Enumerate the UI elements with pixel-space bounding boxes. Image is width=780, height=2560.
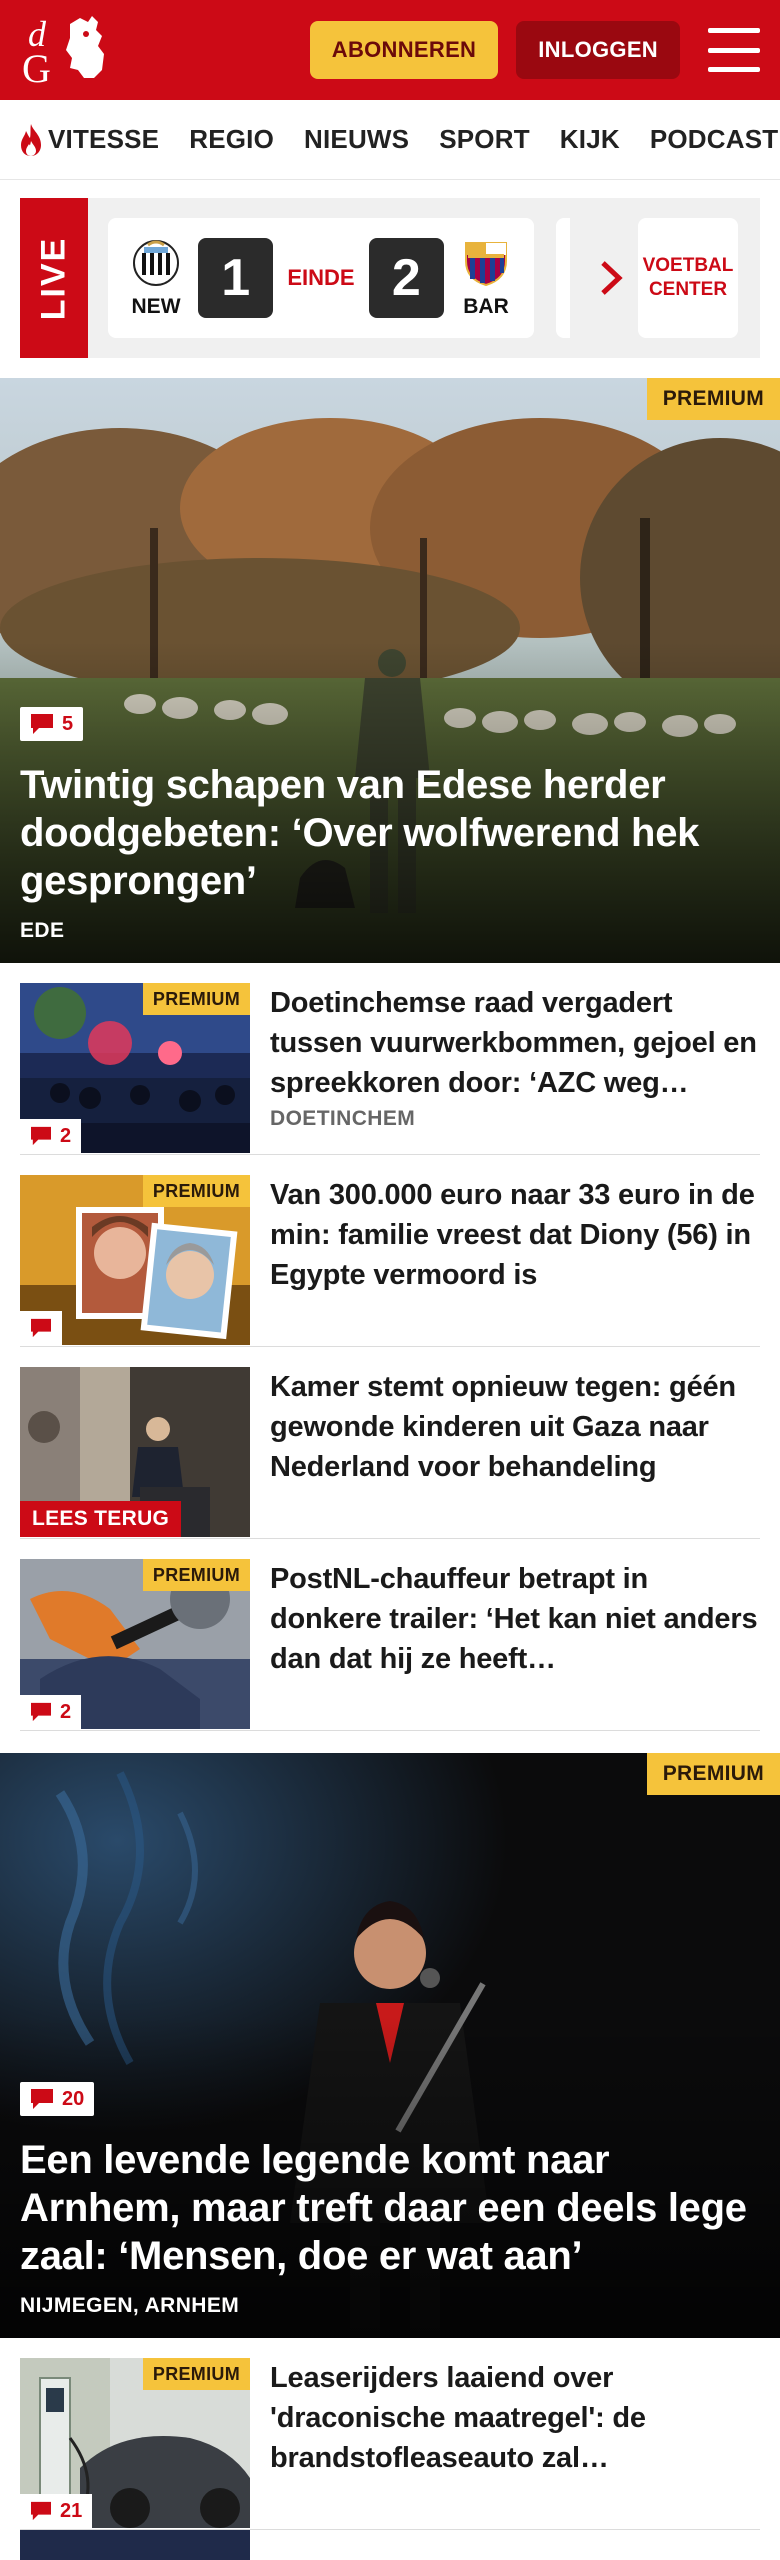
hero-article[interactable]: PREMIUM 5 Twintig schapen van Edese herd…	[0, 378, 780, 963]
premium-badge: PREMIUM	[646, 378, 780, 420]
away-team: BAR	[458, 237, 514, 319]
live-scores-bar: LIVE NEW 1 EINDE 2 BAR VOETBAL CENTER	[20, 198, 760, 358]
comment-icon	[31, 2501, 51, 2521]
article-thumbnail: PREMIUM 2	[20, 983, 250, 1153]
barcelona-crest-icon	[464, 242, 507, 287]
list-item-partial[interactable]	[20, 2530, 760, 2560]
newcastle-crest-icon	[133, 240, 180, 286]
voetbal-center-button[interactable]: VOETBAL CENTER	[638, 218, 738, 338]
comment-icon	[31, 1126, 51, 1146]
hero-article[interactable]: PREMIUM 20 Een levende legende komt naar…	[0, 1753, 780, 2338]
comment-count[interactable]: 2	[20, 1119, 82, 1153]
comment-count[interactable]: 21	[20, 2494, 93, 2528]
lees-terug-badge: LEES TERUG	[20, 1501, 182, 1537]
menu-icon[interactable]	[708, 28, 760, 72]
article-list: PREMIUM 21 Leaserijders laaiend over 'dr…	[0, 2338, 780, 2530]
article-thumbnail: LEES TERUG	[20, 1367, 250, 1537]
article-thumbnail	[20, 2530, 250, 2560]
home-score: 1	[198, 238, 274, 318]
site-header: d G ABONNEREN INLOGGEN	[0, 0, 780, 100]
article-title[interactable]: Kamer stemt opnieuw tegen: géén gewonde …	[270, 1367, 760, 1487]
away-team-name: BAR	[463, 295, 509, 318]
live-tag: LIVE	[20, 198, 88, 358]
article-list: PREMIUM 2 Doetinchemse raad vergadert tu…	[0, 963, 780, 1731]
article-thumbnail: PREMIUM 21	[20, 2358, 250, 2528]
login-button[interactable]: INLOGGEN	[516, 21, 680, 79]
match-card[interactable]: NEW 1 EINDE 2 BAR	[108, 218, 534, 338]
nav-item-kijk[interactable]: KIJK	[560, 124, 620, 155]
article-thumbnail: PREMIUM 2	[20, 1559, 250, 1729]
main-nav: VITESSE REGIO NIEUWS SPORT KIJK PODCAST	[0, 100, 780, 180]
nav-item-label: VITESSE	[48, 124, 160, 154]
comment-icon	[31, 2089, 53, 2109]
chevron-right-icon[interactable]	[592, 248, 632, 308]
article-thumbnail: PREMIUM	[20, 1175, 250, 1345]
article-title[interactable]: Van 300.000 euro naar 33 euro in de min:…	[270, 1175, 760, 1295]
premium-badge: PREMIUM	[142, 1175, 250, 1207]
list-item[interactable]: PREMIUM 2 PostNL-chauffeur betrapt in do…	[20, 1539, 760, 1731]
nav-item-sport[interactable]: SPORT	[439, 124, 530, 155]
list-item[interactable]: PREMIUM 2 Doetinchemse raad vergadert tu…	[20, 963, 760, 1155]
comment-icon	[31, 1702, 51, 1722]
hero-title[interactable]: Een levende legende komt naar Arnhem, ma…	[20, 2136, 760, 2280]
hero-location: NIJMEGEN, ARNHEM	[20, 2294, 240, 2317]
hero-location: EDE	[20, 919, 65, 942]
dg-logo[interactable]: d G	[20, 10, 116, 90]
comment-count[interactable]: 20	[20, 2082, 95, 2116]
flame-icon	[21, 123, 41, 156]
nav-item-podcast[interactable]: PODCAST	[650, 124, 779, 155]
comment-icon	[31, 714, 53, 734]
article-title[interactable]: Leaserijders laaiend over 'draconische m…	[270, 2358, 760, 2478]
nav-item-nieuws[interactable]: NIEUWS	[304, 124, 409, 155]
nav-item-regio[interactable]: REGIO	[189, 124, 274, 155]
article-title[interactable]: Doetinchemse raad vergadert tussen vuurw…	[270, 983, 760, 1103]
next-match-card[interactable]	[556, 218, 570, 338]
svg-text:G: G	[22, 46, 51, 90]
comment-count[interactable]: 5	[20, 707, 84, 741]
premium-badge: PREMIUM	[142, 983, 250, 1015]
home-team: NEW	[128, 237, 184, 319]
comment-icon	[31, 1318, 51, 1338]
premium-badge: PREMIUM	[142, 1559, 250, 1591]
nav-item-vitesse[interactable]: VITESSE	[18, 123, 159, 157]
article-location: DOETINCHEM	[270, 1107, 416, 1130]
match-status: EINDE	[287, 265, 355, 290]
list-item[interactable]: PREMIUM 21 Leaserijders laaiend over 'dr…	[20, 2338, 760, 2530]
premium-badge: PREMIUM	[646, 1753, 780, 1795]
article-title[interactable]: PostNL-chauffeur betrapt in donkere trai…	[270, 1559, 760, 1679]
list-item[interactable]: PREMIUM Van 300.000 euro naar 33 euro in…	[20, 1155, 760, 1347]
away-score: 2	[368, 238, 444, 318]
premium-badge: PREMIUM	[142, 2358, 250, 2390]
hero-title[interactable]: Twintig schapen van Edese herder doodgeb…	[20, 761, 760, 905]
list-item[interactable]: LEES TERUG Kamer stemt opnieuw tegen: gé…	[20, 1347, 760, 1539]
home-team-name: NEW	[131, 295, 181, 318]
comment-count[interactable]	[20, 1311, 62, 1345]
comment-count[interactable]: 2	[20, 1695, 82, 1729]
subscribe-button[interactable]: ABONNEREN	[309, 21, 499, 79]
